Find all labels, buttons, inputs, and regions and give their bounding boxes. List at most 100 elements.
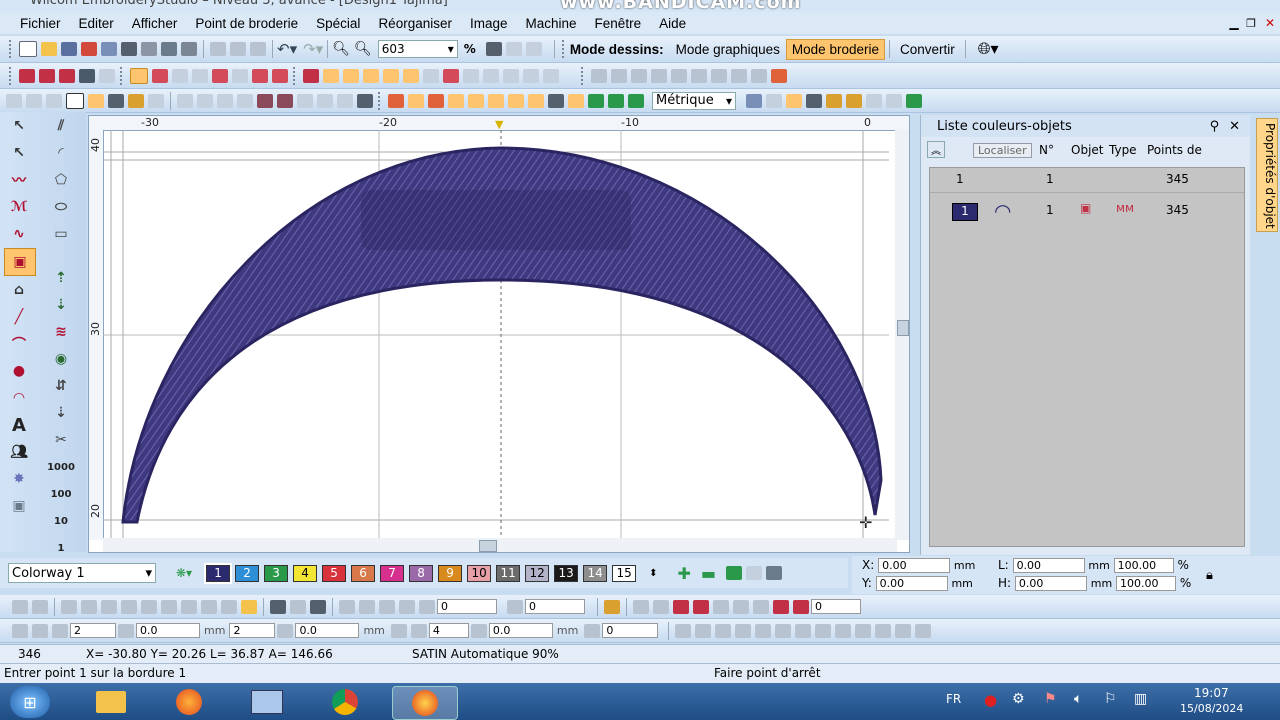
- stitch-type-icon-1[interactable]: [19, 68, 35, 83]
- tool-icon-l[interactable]: [317, 93, 333, 108]
- print-icon[interactable]: [121, 42, 137, 56]
- height-percent-input[interactable]: 100.00: [1116, 576, 1176, 591]
- layout-icon-5[interactable]: [755, 623, 772, 638]
- stitches-1000[interactable]: 1000: [46, 454, 76, 480]
- skew-input[interactable]: 0: [525, 599, 585, 614]
- param-icon-6[interactable]: [390, 623, 407, 638]
- clock-time[interactable]: 19:07: [1194, 686, 1229, 700]
- column-icon[interactable]: ℳ: [4, 194, 34, 220]
- param-input-2[interactable]: 0.0: [136, 623, 200, 638]
- restore-icon[interactable]: ❐: [1242, 17, 1260, 30]
- circle-fill-icon[interactable]: ●: [4, 358, 34, 384]
- align-icon-1[interactable]: [604, 599, 620, 614]
- arrange-icon-1[interactable]: [591, 68, 607, 83]
- menu-editer[interactable]: Editer: [70, 16, 123, 31]
- edit-icon[interactable]: [181, 42, 197, 56]
- tray-icon-2[interactable]: ⚑: [1044, 691, 1057, 707]
- filter-icon[interactable]: [108, 93, 124, 108]
- fill-icon-2[interactable]: [172, 68, 188, 83]
- layout-icon-7[interactable]: [795, 623, 812, 638]
- table-row[interactable]: 1 ◠ 1 ▣ ᴍᴍ 345: [930, 193, 1244, 229]
- shape-icon-11[interactable]: [588, 93, 604, 108]
- tool-icon-i[interactable]: [257, 93, 273, 108]
- tool-icon-n[interactable]: [357, 93, 373, 108]
- view-icon-3[interactable]: [786, 93, 802, 108]
- param-input-1[interactable]: 2: [70, 623, 116, 638]
- needle-icon[interactable]: ⇣: [46, 400, 76, 426]
- close-icon[interactable]: ✕: [1260, 16, 1280, 30]
- align-icon-6[interactable]: [713, 599, 729, 614]
- view-icon-4[interactable]: [806, 93, 822, 108]
- satin-column-icon[interactable]: ▣: [4, 248, 36, 276]
- effect-icon-1[interactable]: [303, 68, 319, 83]
- zoom-out-icon[interactable]: 🔍︎: [354, 41, 372, 57]
- align-icon-2[interactable]: [633, 599, 649, 614]
- shape-icon-9[interactable]: [548, 93, 564, 108]
- param-icon-9[interactable]: [584, 623, 601, 638]
- rectangle-icon[interactable]: ▭: [46, 221, 76, 247]
- color-tool-icon-2[interactable]: [746, 566, 762, 580]
- ellipse-icon[interactable]: ⬭: [46, 194, 76, 220]
- menu-image[interactable]: Image: [461, 16, 517, 31]
- color-swatch[interactable]: 13: [554, 564, 579, 582]
- copy-icon[interactable]: [230, 42, 246, 56]
- fill-icon-5[interactable]: [232, 68, 248, 83]
- layout-icon-8[interactable]: [815, 623, 832, 638]
- shape-icon-5[interactable]: [468, 93, 484, 108]
- spin-icon[interactable]: ⬍: [649, 568, 657, 579]
- shape-icon-7[interactable]: [508, 93, 524, 108]
- network-icon[interactable]: ▥: [1134, 691, 1147, 707]
- print-preview-icon[interactable]: [141, 42, 157, 56]
- param-input-3[interactable]: 2: [229, 623, 276, 638]
- arrange-icon-9[interactable]: [751, 68, 767, 83]
- arrange-icon-3[interactable]: [631, 68, 647, 83]
- new-file-icon[interactable]: [19, 41, 37, 57]
- embroidery-drawing[interactable]: ✛: [103, 130, 910, 540]
- param-icon-2[interactable]: [32, 623, 48, 638]
- view-icon-6[interactable]: [846, 93, 862, 108]
- shape-icon-2[interactable]: [408, 93, 424, 108]
- tool-icon-h[interactable]: [237, 93, 253, 108]
- x-input[interactable]: 0.00: [878, 558, 951, 573]
- l-input[interactable]: 0.00: [1012, 558, 1085, 573]
- view-icon-9[interactable]: [906, 93, 922, 108]
- volume-icon[interactable]: 🔈︎: [1074, 691, 1082, 707]
- shape-icon-10[interactable]: [568, 93, 584, 108]
- tool-icon-f[interactable]: [197, 93, 213, 108]
- shape-icon-3[interactable]: [428, 93, 444, 108]
- reshape-icon[interactable]: ↖: [4, 140, 34, 166]
- h-input[interactable]: 0.00: [1014, 576, 1087, 591]
- scroll-thumb[interactable]: [479, 540, 497, 552]
- mirror-icon-3[interactable]: [379, 599, 395, 614]
- col-header-objet[interactable]: Objet: [1071, 143, 1103, 157]
- transform-icon-6[interactable]: [121, 599, 137, 614]
- align-icon-10[interactable]: [793, 599, 809, 614]
- globe-icon[interactable]: 🌐︎▾: [978, 39, 999, 59]
- manual-icon[interactable]: ∿: [4, 221, 34, 247]
- stitch-type-icon-4[interactable]: [79, 68, 95, 83]
- chrome-icon[interactable]: [318, 686, 372, 718]
- menu-point-de-broderie[interactable]: Point de broderie: [186, 16, 307, 31]
- zoom-all-icon[interactable]: [525, 42, 542, 56]
- effect-icon-9[interactable]: [463, 68, 479, 83]
- grid-icon[interactable]: [485, 42, 502, 56]
- menu-afficher[interactable]: Afficher: [123, 16, 187, 31]
- scissors-icon[interactable]: ✂: [46, 427, 76, 453]
- color-swatch[interactable]: 4: [293, 564, 318, 582]
- open-folder-icon[interactable]: [41, 42, 57, 56]
- save-icon[interactable]: [61, 42, 77, 56]
- stitch-type-icon-5[interactable]: [99, 68, 115, 83]
- color-swatch[interactable]: 7: [380, 564, 405, 582]
- stitches-100[interactable]: 100: [46, 481, 76, 507]
- effect-icon-7[interactable]: [423, 68, 439, 83]
- color-swatch[interactable]: 11: [496, 564, 521, 582]
- transform-icon-14[interactable]: [310, 599, 326, 614]
- layout-icon-6[interactable]: [775, 623, 792, 638]
- table-row[interactable]: 1 1 345: [930, 168, 1244, 193]
- align-icon-9[interactable]: [773, 599, 789, 614]
- remove-color-icon[interactable]: ▬: [701, 564, 716, 583]
- param-input-6[interactable]: 0.0: [488, 623, 553, 638]
- vertical-scrollbar[interactable]: [895, 130, 909, 540]
- save-copy-icon[interactable]: [81, 42, 97, 56]
- clock-date[interactable]: 15/08/2024: [1180, 702, 1243, 715]
